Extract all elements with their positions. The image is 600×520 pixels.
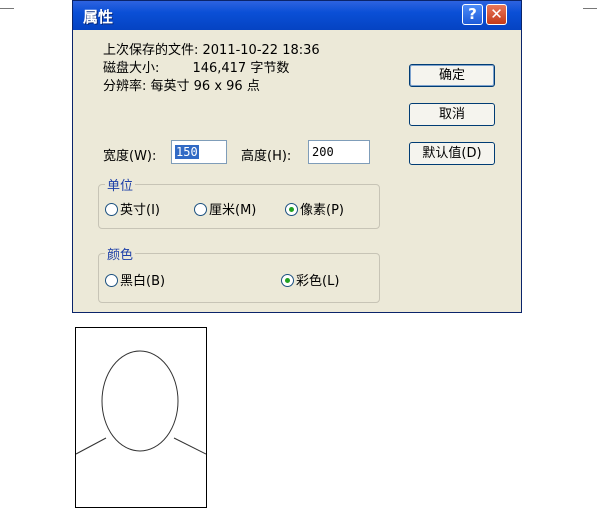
- width-value: 150: [175, 145, 199, 159]
- title-bar[interactable]: 属性 ? ✕: [73, 1, 521, 30]
- radio-cm-circle: [194, 203, 207, 216]
- radio-inch[interactable]: 英寸(I): [105, 199, 160, 218]
- page-edge-line-left: [0, 8, 14, 9]
- radio-color[interactable]: 彩色(L): [281, 270, 339, 289]
- close-button[interactable]: ✕: [486, 4, 507, 25]
- height-value: 200: [312, 145, 334, 159]
- width-field[interactable]: 150: [171, 140, 227, 164]
- unit-group: 单位 英寸(I) 厘米(M) 像素(P): [98, 175, 380, 229]
- height-label: 高度(H):: [241, 149, 292, 164]
- cancel-button[interactable]: 取消: [409, 103, 495, 126]
- radio-black-white-circle: [105, 274, 118, 287]
- width-label: 宽度(W):: [103, 149, 157, 164]
- last-saved-text: 上次保存的文件: 2011-10-22 18:36: [103, 43, 320, 58]
- radio-inch-circle: [105, 203, 118, 216]
- color-group: 颜色 黑白(B) 彩色(L): [98, 244, 380, 303]
- radio-black-white[interactable]: 黑白(B): [105, 270, 165, 289]
- radio-pixel-label: 像素(P): [300, 203, 344, 218]
- radio-cm[interactable]: 厘米(M): [194, 199, 256, 218]
- help-button[interactable]: ?: [462, 4, 483, 25]
- resolution-text: 分辨率: 每英寸 96 x 96 点: [103, 79, 260, 94]
- person-silhouette-icon: [75, 350, 207, 455]
- id-photo-placeholder: [75, 327, 207, 508]
- properties-dialog: 属性 ? ✕ 上次保存的文件: 2011-10-22 18:36 磁盘大小: 1…: [72, 0, 522, 313]
- radio-color-label: 彩色(L): [296, 274, 340, 289]
- unit-group-title: 单位: [105, 175, 136, 194]
- radio-cm-label: 厘米(M): [209, 203, 257, 218]
- height-field[interactable]: 200: [308, 140, 370, 164]
- disk-size-text: 磁盘大小: 146,417 字节数: [103, 61, 290, 76]
- radio-pixel[interactable]: 像素(P): [285, 199, 344, 218]
- ok-button[interactable]: 确定: [409, 64, 495, 87]
- radio-color-circle: [281, 274, 294, 287]
- radio-black-white-label: 黑白(B): [120, 274, 166, 289]
- page-edge-line-right: [583, 8, 597, 9]
- default-values-button[interactable]: 默认值(D): [409, 142, 495, 165]
- dialog-title: 属性: [83, 8, 114, 26]
- color-group-title: 颜色: [105, 244, 136, 263]
- radio-inch-label: 英寸(I): [120, 203, 160, 218]
- radio-pixel-circle: [285, 203, 298, 216]
